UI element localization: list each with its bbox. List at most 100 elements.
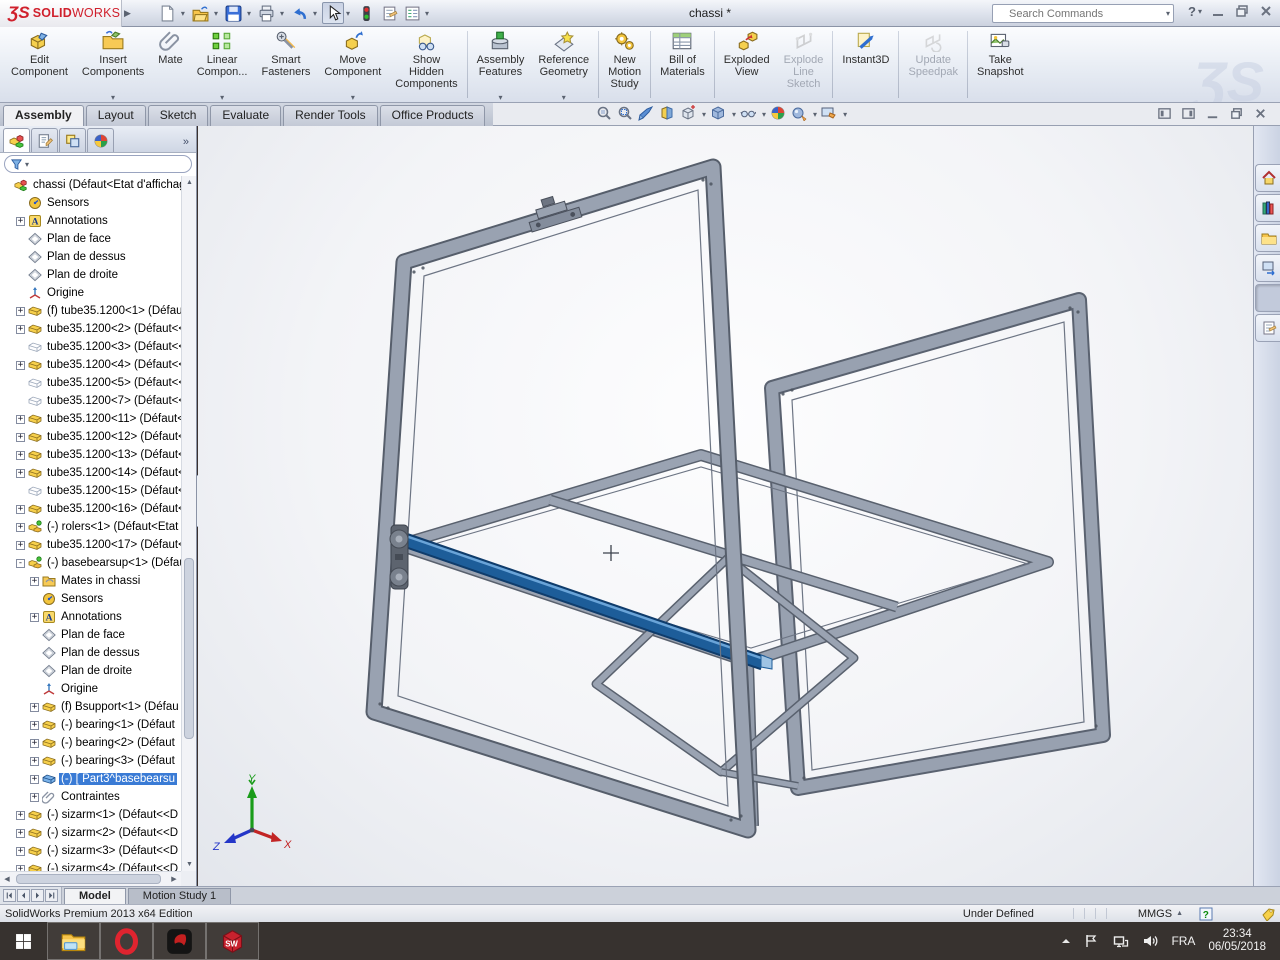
tree-horizontal-scrollbar[interactable]: ◀ ▶: [0, 871, 181, 886]
tree-item[interactable]: Plan de face: [0, 626, 181, 644]
tree-item[interactable]: +(-) sizarm<1> (Défaut<<D: [0, 806, 181, 824]
fm-tabs-overflow-button[interactable]: »: [183, 136, 193, 152]
options-list-dropdown-caret[interactable]: ▾: [425, 9, 429, 18]
ribbon-button-take-snapshot[interactable]: Take Snapshot: [970, 27, 1030, 102]
model-right-frame[interactable]: [772, 300, 1103, 788]
restore-button[interactable]: [1234, 3, 1250, 19]
tree-item[interactable]: tube35.1200<15> (Défaut<: [0, 482, 181, 500]
doc-restore-button[interactable]: [1229, 106, 1244, 121]
tree-item[interactable]: +tube35.1200<11> (Défaut<: [0, 410, 181, 428]
nav-next-button[interactable]: [31, 889, 44, 902]
help-caret[interactable]: ▾: [1198, 7, 1202, 16]
view-orientation-dropdown-caret[interactable]: ▾: [702, 110, 706, 119]
tree-expand-toggle[interactable]: +: [30, 739, 39, 748]
search-input[interactable]: [1005, 8, 1155, 20]
tree-expand-toggle[interactable]: +: [16, 415, 25, 424]
ribbon-button-bill-of-materials[interactable]: Bill of Materials: [653, 27, 712, 102]
tree-expand-toggle[interactable]: +: [30, 757, 39, 766]
nav-last-button[interactable]: [45, 889, 58, 902]
tree-expand-toggle[interactable]: +: [30, 775, 39, 784]
tree-vertical-scrollbar[interactable]: ▲ ▼: [181, 176, 196, 871]
doc-tab-model[interactable]: Model: [64, 888, 126, 904]
tree-expand-toggle[interactable]: +: [16, 505, 25, 514]
ribbon-dropdown-caret[interactable]: ▾: [351, 92, 355, 101]
ribbon-button-assembly-features[interactable]: Assembly Features▾: [470, 27, 532, 102]
language-indicator[interactable]: FRA: [1171, 934, 1195, 948]
nav-prev-button[interactable]: [17, 889, 30, 902]
tree-expand-toggle[interactable]: +: [16, 361, 25, 370]
zoom-fit-button[interactable]: [596, 105, 614, 123]
taskbar-app-garena[interactable]: [153, 922, 206, 960]
task-pane-tab-home[interactable]: [1255, 164, 1280, 192]
search-dropdown-caret[interactable]: ▾: [1166, 9, 1170, 18]
tab-render-tools[interactable]: Render Tools: [283, 105, 378, 126]
tree-expand-toggle[interactable]: +: [16, 217, 25, 226]
open-button[interactable]: [190, 2, 212, 24]
graphics-viewport[interactable]: X Z Y: [198, 126, 1253, 886]
start-button[interactable]: [0, 922, 47, 960]
tree-item[interactable]: +AAnnotations: [0, 608, 181, 626]
logo-expand-arrow[interactable]: ▶: [124, 8, 131, 19]
tree-expand-toggle[interactable]: +: [30, 703, 39, 712]
taskbar-app-solidworks-app[interactable]: SW: [206, 922, 259, 960]
vscroll-thumb[interactable]: [184, 558, 194, 739]
selection-filter-button[interactable]: [355, 2, 377, 24]
task-pane-tab-view-palette[interactable]: [1255, 254, 1280, 282]
select-cursor-dropdown-caret[interactable]: ▾: [346, 9, 350, 18]
volume-icon[interactable]: [1142, 933, 1158, 949]
tree-item[interactable]: +tube35.1200<14> (Défaut<: [0, 464, 181, 482]
section-view-button[interactable]: [659, 105, 677, 123]
tree-item[interactable]: +tube35.1200<2> (Défaut<<: [0, 320, 181, 338]
tree-expand-toggle[interactable]: +: [30, 721, 39, 730]
print-dropdown-caret[interactable]: ▾: [280, 9, 284, 18]
tree-item[interactable]: Plan de dessus: [0, 644, 181, 662]
tree-expand-toggle[interactable]: +: [16, 307, 25, 316]
tree-item[interactable]: tube35.1200<3> (Défaut<<: [0, 338, 181, 356]
chassis-model[interactable]: [198, 126, 1253, 886]
tree-expand-toggle[interactable]: +: [16, 847, 25, 856]
feature-manager-tab[interactable]: [3, 128, 30, 152]
tree-item[interactable]: +tube35.1200<12> (Défaut<: [0, 428, 181, 446]
tree-item[interactable]: +(-) sizarm<4> (Défaut<<D: [0, 860, 181, 871]
scroll-down-arrow[interactable]: ▼: [182, 858, 197, 871]
tree-expand-toggle[interactable]: +: [16, 523, 25, 532]
tree-item[interactable]: Plan de face: [0, 230, 181, 248]
tab-office-products[interactable]: Office Products: [380, 105, 486, 126]
tab-sketch[interactable]: Sketch: [148, 105, 209, 126]
tree-item[interactable]: +(-) rolers<1> (Défaut<Etat: [0, 518, 181, 536]
tab-layout[interactable]: Layout: [86, 105, 146, 126]
tree-item[interactable]: +Contraintes: [0, 788, 181, 806]
split-pane-right-button[interactable]: [1181, 106, 1196, 121]
clock[interactable]: 23:34 06/05/2018: [1208, 928, 1270, 954]
ribbon-button-linear-compon[interactable]: Linear Compon...▾: [190, 27, 255, 102]
filter-caret[interactable]: ▾: [25, 160, 29, 169]
ribbon-button-exploded-view[interactable]: Exploded View: [717, 27, 777, 102]
status-tag-icon[interactable]: [1261, 907, 1275, 921]
task-pane-tab-design-library[interactable]: [1255, 194, 1280, 222]
nav-first-button[interactable]: [3, 889, 16, 902]
ribbon-button-smart-fasteners[interactable]: Smart Fasteners: [254, 27, 317, 102]
view-settings-button[interactable]: [791, 105, 809, 123]
tree-expand-toggle[interactable]: +: [30, 577, 39, 586]
tree-item[interactable]: +(-) bearing<3> (Défaut: [0, 752, 181, 770]
doc-minimize-button[interactable]: [1205, 106, 1220, 121]
ribbon-dropdown-caret[interactable]: ▾: [111, 92, 115, 101]
tree-item[interactable]: +(f) tube35.1200<1> (Défau: [0, 302, 181, 320]
ribbon-button-mate[interactable]: Mate: [151, 27, 189, 102]
edit-appearance-button[interactable]: [821, 105, 839, 123]
task-pane-tab-appearances[interactable]: [1255, 284, 1280, 312]
select-cursor-button[interactable]: [322, 2, 344, 24]
configuration-manager-tab[interactable]: [59, 128, 86, 152]
apply-scene-button[interactable]: [770, 105, 788, 123]
tree-item[interactable]: -(-) basebearsup<1> (Défau: [0, 554, 181, 572]
view-settings-dropdown-caret[interactable]: ▾: [813, 110, 817, 119]
display-style-button[interactable]: [710, 105, 728, 123]
tree-expand-toggle[interactable]: +: [16, 469, 25, 478]
network-icon[interactable]: [1113, 933, 1129, 949]
task-pane-tab-custom-properties[interactable]: [1255, 314, 1280, 342]
ribbon-dropdown-caret[interactable]: ▾: [498, 92, 502, 101]
scroll-left-arrow[interactable]: ◀: [0, 872, 14, 887]
hide-show-items-button[interactable]: [740, 105, 758, 123]
new-document-button[interactable]: [157, 2, 179, 24]
tree-expand-toggle[interactable]: +: [16, 829, 25, 838]
